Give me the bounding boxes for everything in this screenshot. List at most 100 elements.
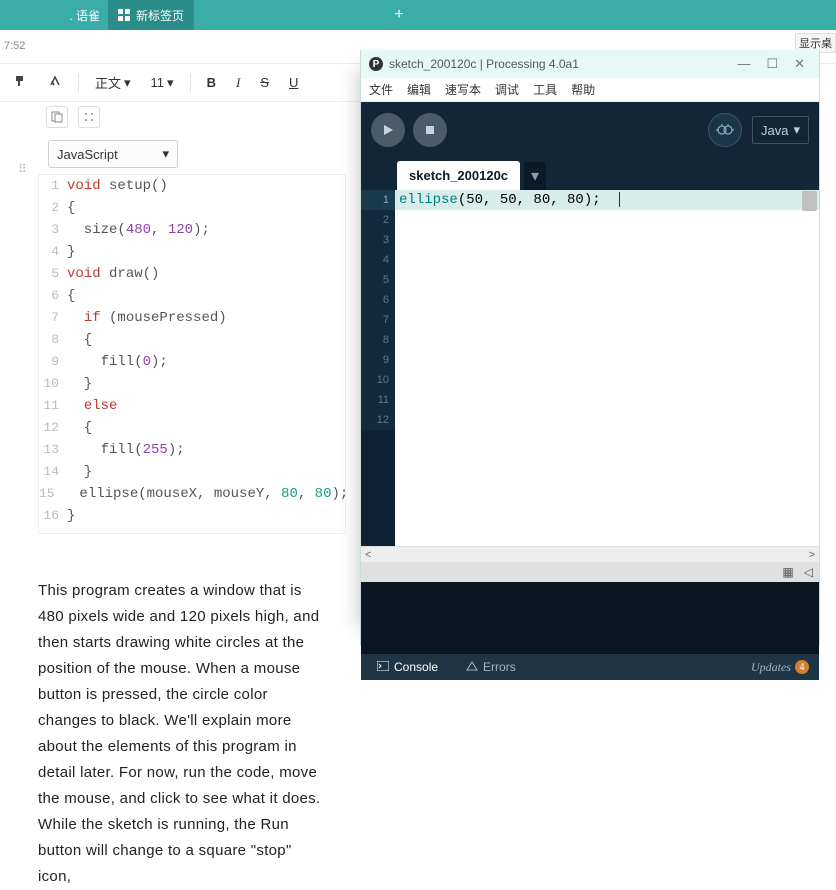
code-line: 15 ellipse(mouseX, mouseY, 80, 80); xyxy=(39,483,345,505)
line-number: 12 xyxy=(39,417,67,439)
stop-button[interactable] xyxy=(413,113,447,147)
format-paint-icon[interactable] xyxy=(10,72,32,93)
browser-tab-new[interactable]: 新标签页 xyxy=(108,0,194,30)
menu-item[interactable]: 编辑 xyxy=(407,81,431,98)
line-number: 10 xyxy=(39,373,67,395)
paragraph-style-select[interactable]: 正文▾ xyxy=(91,71,135,94)
maximize-button[interactable]: ☐ xyxy=(766,56,778,72)
line-number: 11 xyxy=(39,395,67,417)
console-area[interactable] xyxy=(361,582,819,654)
copy-button[interactable] xyxy=(46,106,68,128)
font-size-value: 11 xyxy=(151,75,165,90)
editor-toolbar: 正文▾ 11▾ B I S U xyxy=(0,64,360,102)
horizontal-scrollbar[interactable]: < > xyxy=(361,546,819,562)
menu-item[interactable]: 调试 xyxy=(495,81,519,98)
close-button[interactable]: ✕ xyxy=(794,56,805,72)
gutter-line: 8 xyxy=(361,330,395,350)
code-content: else xyxy=(67,395,117,417)
updates-count-badge: 4 xyxy=(795,660,809,674)
browser-tab-active[interactable]: . 语雀 xyxy=(0,0,108,30)
console-icon xyxy=(377,660,389,674)
line-number: 4 xyxy=(39,241,67,263)
console-label: Console xyxy=(394,660,438,674)
grid-button[interactable] xyxy=(78,106,100,128)
code-line: 10 } xyxy=(39,373,345,395)
debug-button[interactable] xyxy=(708,113,742,147)
warning-icon xyxy=(466,660,478,674)
code-content: } xyxy=(67,241,75,263)
sketch-tab[interactable]: sketch_200120c xyxy=(397,161,520,190)
strike-button[interactable]: S xyxy=(256,73,273,92)
vertical-scrollbar[interactable] xyxy=(802,191,817,545)
processing-editor[interactable]: 123456789101112 ellipse(50, 50, 80, 80); xyxy=(361,190,819,546)
chevron-down-icon: ▾ xyxy=(793,122,800,138)
language-select[interactable]: JavaScript ▾ xyxy=(48,140,178,168)
italic-button[interactable]: I xyxy=(232,73,244,93)
code-content: { xyxy=(67,417,92,439)
menu-item[interactable]: 文件 xyxy=(369,81,393,98)
minimize-button[interactable]: — xyxy=(737,56,750,72)
language-value: JavaScript xyxy=(57,147,118,162)
gutter-line: 4 xyxy=(361,250,395,270)
font-size-select[interactable]: 11▾ xyxy=(147,73,178,93)
line-number: 3 xyxy=(39,219,67,241)
code-token-args: (50, 50, 80, 80); xyxy=(458,192,601,208)
line-number: 8 xyxy=(39,329,67,351)
code-line: 5void draw() xyxy=(39,263,345,285)
sketch-tabs: sketch_200120c ▾ xyxy=(361,158,819,190)
code-line: 13 fill(255); xyxy=(39,439,345,461)
gutter-line: 5 xyxy=(361,270,395,290)
code-line: 12 { xyxy=(39,417,345,439)
line-number: 16 xyxy=(39,505,67,527)
code-content: void setup() xyxy=(67,175,168,197)
drag-handle-icon[interactable]: ⠿ xyxy=(18,162,24,176)
scroll-left-button[interactable]: < xyxy=(365,549,371,561)
code-line: 6{ xyxy=(39,285,345,307)
errors-tab[interactable]: Errors xyxy=(460,660,522,674)
code-line: ellipse(50, 50, 80, 80); xyxy=(395,190,819,210)
code-area[interactable]: ellipse(50, 50, 80, 80); xyxy=(395,190,819,546)
updates-indicator[interactable]: Updates 4 xyxy=(751,660,809,675)
gutter-line: 6 xyxy=(361,290,395,310)
menu-item[interactable]: 速写本 xyxy=(445,81,481,98)
line-number: 2 xyxy=(39,197,67,219)
processing-footer: Console Errors Updates 4 xyxy=(361,654,819,680)
line-number: 9 xyxy=(39,351,67,373)
collapse-icon[interactable]: ◁ xyxy=(804,565,813,579)
run-button[interactable] xyxy=(371,113,405,147)
code-content: } xyxy=(67,505,75,527)
updates-label: Updates xyxy=(751,660,791,675)
processing-menu-bar: 文件编辑速写本调试工具帮助 xyxy=(361,78,819,102)
line-number: 1 xyxy=(39,175,67,197)
window-title: sketch_200120c | Processing 4.0a1 xyxy=(389,57,579,71)
code-content: if (mousePressed) xyxy=(67,307,227,329)
chevron-down-icon: ▾ xyxy=(167,75,174,91)
code-line: 9 fill(0); xyxy=(39,351,345,373)
menu-item[interactable]: 帮助 xyxy=(571,81,595,98)
code-line: 14 } xyxy=(39,461,345,483)
processing-toolbar: Java▾ xyxy=(361,102,819,158)
console-tab[interactable]: Console xyxy=(371,660,444,674)
code-content: size(480, 120); xyxy=(67,219,210,241)
terminal-icon[interactable]: ▦ xyxy=(782,565,793,579)
new-tab-label: 新标签页 xyxy=(136,7,184,24)
clear-format-icon[interactable] xyxy=(44,72,66,93)
bold-button[interactable]: B xyxy=(203,73,220,92)
code-content: { xyxy=(67,329,92,351)
scroll-right-button[interactable]: > xyxy=(809,549,815,561)
gutter-line: 11 xyxy=(361,390,395,410)
underline-button[interactable]: U xyxy=(285,73,302,92)
processing-title-bar[interactable]: P sketch_200120c | Processing 4.0a1 — ☐ … xyxy=(361,50,819,78)
code-line: 2{ xyxy=(39,197,345,219)
gutter-line: 3 xyxy=(361,230,395,250)
code-line: 8 { xyxy=(39,329,345,351)
menu-item[interactable]: 工具 xyxy=(533,81,557,98)
mode-select[interactable]: Java▾ xyxy=(752,116,809,144)
new-tab-button[interactable]: + xyxy=(384,6,414,24)
line-number: 6 xyxy=(39,285,67,307)
time-widget: 7:52 xyxy=(0,38,29,54)
tab-dropdown-button[interactable]: ▾ xyxy=(524,162,546,190)
editor-status-icons: ▦ ◁ xyxy=(361,562,819,582)
code-block[interactable]: 1void setup()2{3 size(480, 120);4}5void … xyxy=(38,174,346,534)
code-content: { xyxy=(67,197,75,219)
